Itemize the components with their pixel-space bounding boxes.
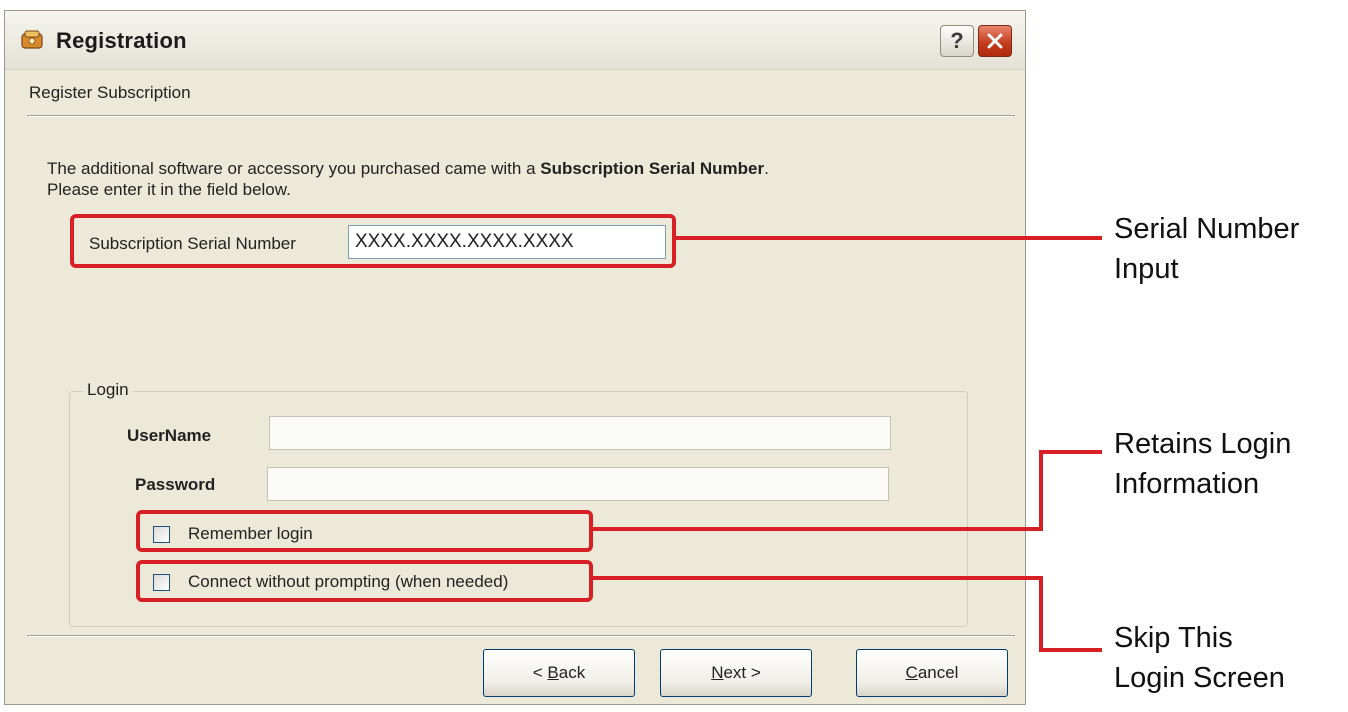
skip-callout-line1: Skip This: [1114, 622, 1233, 654]
page-subtitle: Register Subscription: [29, 83, 191, 102]
back-button-mnemonic: B: [547, 663, 559, 682]
next-button-mnemonic: N: [711, 663, 724, 682]
connect-callout-line-bottom: [1039, 648, 1102, 652]
serial-callout-line2: Input: [1114, 253, 1179, 285]
retains-callout-line1: Retains Login: [1114, 428, 1292, 460]
connect-highlight-box: [136, 560, 593, 602]
connect-callout-line-h: [591, 576, 1043, 580]
serial-callout-text: Serial Number Input: [1114, 209, 1299, 289]
connect-callout-line-v: [1039, 576, 1043, 652]
cancel-button[interactable]: Cancel: [856, 649, 1008, 697]
intro-text-part1: The additional software or accessory you…: [47, 159, 541, 178]
skip-callout-text: Skip This Login Screen: [1114, 618, 1285, 698]
login-group-legend: Login: [83, 380, 133, 400]
serial-highlight-box: [70, 214, 676, 268]
back-button[interactable]: < Back: [483, 649, 635, 697]
username-label: UserName: [127, 426, 212, 445]
help-icon: ?: [950, 28, 964, 53]
skip-callout-line2: Login Screen: [1114, 662, 1285, 694]
help-button[interactable]: ?: [940, 25, 974, 57]
back-button-prefix: <: [532, 663, 548, 682]
serial-callout-line: [674, 236, 1102, 240]
remember-callout-line-top: [1039, 450, 1102, 454]
back-button-rest: ack: [558, 663, 586, 682]
password-field[interactable]: [267, 467, 889, 501]
intro-text-bold: Subscription Serial Number: [540, 159, 765, 178]
retains-callout-text: Retains Login Information: [1114, 424, 1291, 504]
next-button-rest: ext >: [723, 663, 761, 682]
intro-text-part2: .: [764, 159, 769, 178]
remember-callout-line-v: [1039, 450, 1043, 531]
retains-callout-line2: Information: [1114, 468, 1260, 500]
title-bar[interactable]: Registration ?: [5, 11, 1025, 70]
footer-divider: [27, 635, 1015, 637]
header-divider: [27, 115, 1015, 117]
cancel-button-mnemonic: C: [905, 663, 918, 682]
remember-highlight-box: [136, 510, 593, 552]
username-field[interactable]: [269, 416, 891, 450]
app-icon: [21, 30, 43, 49]
close-button[interactable]: [978, 25, 1012, 57]
intro-text-line2: Please enter it in the field below.: [47, 180, 291, 199]
remember-callout-line-h: [591, 527, 1043, 531]
next-button[interactable]: Next >: [660, 649, 812, 697]
window-title: Registration: [56, 28, 187, 53]
intro-text: The additional software or accessory you…: [47, 158, 987, 200]
password-label: Password: [135, 475, 216, 494]
cancel-button-rest: ancel: [917, 663, 959, 682]
serial-callout-line1: Serial Number: [1114, 213, 1300, 245]
close-icon: [987, 33, 1003, 49]
